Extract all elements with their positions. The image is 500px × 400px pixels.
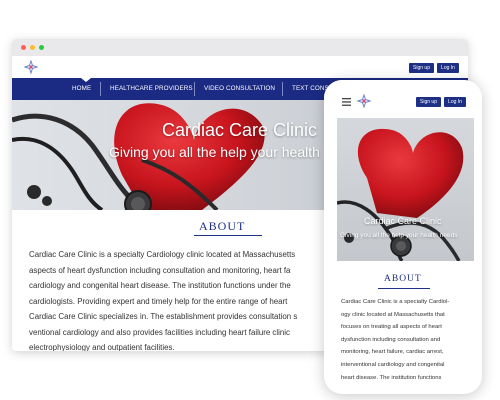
mobile-about-text-line: focuses on treating all aspects of heart xyxy=(341,324,442,331)
hero-title: Cardiac Care Clinic xyxy=(162,120,318,140)
mobile-login-button[interactable]: Log In xyxy=(444,97,466,107)
nav-divider xyxy=(194,82,195,96)
minimize-dot-icon[interactable] xyxy=(30,45,35,50)
hamburger-menu-icon[interactable] xyxy=(342,98,351,106)
mobile-hero-banner: Cardiac Care Clinic Giving you all the h… xyxy=(337,118,474,261)
mobile-hero-subtitle: Giving you all the help your health need… xyxy=(340,232,458,239)
mobile-phone-mockup: Sign up Log In Cardiac Care Clinic Givin… xyxy=(324,80,482,394)
mobile-hero-title: Cardiac Care Clinic xyxy=(364,216,442,226)
mobile-about-text-line: monitoring, heart failure, cardiac arres… xyxy=(341,349,444,356)
mobile-about-text-line: dysfunction including consultation and xyxy=(341,336,441,343)
mobile-about-text-line: ogy clinic located at Massachusetts that xyxy=(341,311,445,318)
signup-button[interactable]: Sign up xyxy=(409,63,434,73)
clinic-logo-icon[interactable] xyxy=(24,60,38,74)
nav-divider xyxy=(100,82,101,96)
nav-item-video-consultation[interactable]: VIDEO CONSULTATION xyxy=(204,78,275,100)
hero-subtitle: Giving you all the help your health xyxy=(109,144,320,160)
about-heading: ABOUT xyxy=(199,219,246,233)
maximize-dot-icon[interactable] xyxy=(39,45,44,50)
close-dot-icon[interactable] xyxy=(21,45,26,50)
clinic-logo-icon[interactable] xyxy=(357,94,371,108)
mobile-signup-button[interactable]: Sign up xyxy=(416,97,441,107)
mobile-about-heading: ABOUT xyxy=(384,274,422,284)
about-underline xyxy=(194,235,262,236)
nav-divider xyxy=(282,82,283,96)
nav-item-healthcare-providers[interactable]: HEALTHCARE PROVIDERS xyxy=(110,78,193,100)
browser-title-bar xyxy=(12,39,468,56)
mobile-about-text-line: heart disease. The institution functions xyxy=(341,374,442,381)
mobile-about-underline xyxy=(378,288,430,289)
site-header xyxy=(12,56,468,78)
heart-stethoscope-image xyxy=(337,128,464,261)
mobile-about-text-line: Cardiac Care Clinic is a specialty Cardi… xyxy=(341,299,450,305)
login-button[interactable]: Log In xyxy=(437,63,459,73)
nav-item-home[interactable]: HOME xyxy=(72,78,91,100)
mobile-about-text-line: interventional cardiology and congenital xyxy=(341,362,445,368)
